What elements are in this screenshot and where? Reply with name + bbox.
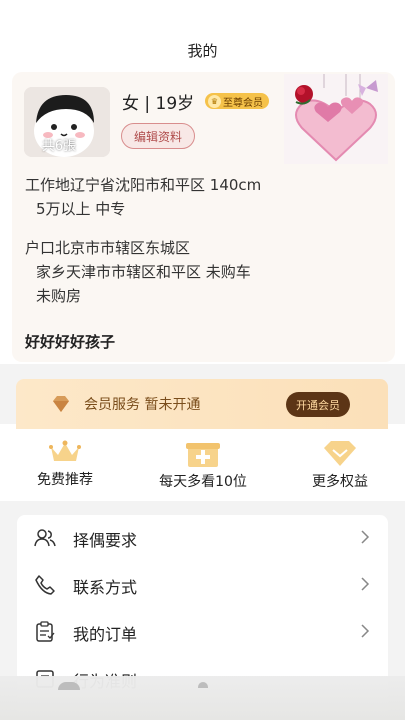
profile-card: 共6張 女 | 19岁 ♛ 至尊会员 编辑资料 工作地辽宁省沈阳市和平区 140…: [12, 72, 395, 362]
order-icon: [36, 621, 55, 642]
benefit-label: 每天多看10位: [159, 474, 247, 490]
hearts-image: [284, 74, 388, 164]
menu-label: 择偶要求: [73, 531, 138, 550]
crown-icon: ♛: [208, 94, 221, 108]
tab-home-icon[interactable]: [58, 682, 80, 690]
menu-label: 联系方式: [73, 578, 138, 597]
benefit-free-recommend[interactable]: 免费推荐: [30, 439, 100, 489]
photo-count: 共6張: [41, 139, 77, 154]
menu-item-contact[interactable]: 联系方式: [17, 562, 388, 608]
bottom-tab-bar: [0, 676, 405, 720]
phone-icon: [35, 575, 55, 595]
benefit-more-rights[interactable]: 更多权益: [304, 439, 376, 491]
benefit-label: 免费推荐: [37, 472, 93, 488]
profile-photo[interactable]: [284, 74, 388, 164]
gift-plus-icon: [186, 443, 220, 467]
household-info: 户口北京市市辖区东城区: [25, 239, 191, 257]
page-title: 我的: [187, 42, 218, 60]
vip-badge-label: 至尊会员: [223, 97, 263, 109]
benefit-label: 更多权益: [312, 474, 368, 490]
chevron-right-icon: [361, 530, 370, 544]
chevron-right-icon: [361, 624, 370, 638]
vip-badge: ♛ 至尊会员: [205, 93, 269, 109]
vip-banner[interactable]: 会员服务 暂未开通 开通会员: [16, 379, 388, 429]
users-icon: [34, 529, 56, 547]
avatar[interactable]: 共6張: [24, 87, 110, 157]
benefits-row: 免费推荐 每天多看10位 更多权益: [0, 429, 405, 501]
vip-status-text: 会员服务 暂未开通: [84, 397, 201, 413]
house-status: 未购房: [36, 287, 82, 305]
diamond-icon: [324, 441, 356, 466]
chevron-right-icon: [361, 577, 370, 591]
work-info: 工作地辽宁省沈阳市和平区 140cm: [25, 176, 262, 194]
menu-label: 我的订单: [73, 625, 138, 644]
income-education: 5万以上 中专: [36, 200, 126, 218]
diamond-icon: [53, 396, 69, 412]
signature: 好好好好孩子: [25, 333, 116, 351]
tab-message-icon[interactable]: [198, 682, 208, 688]
crown-icon: [49, 440, 81, 461]
menu-item-orders[interactable]: 我的订单: [17, 609, 388, 655]
menu-item-partner-requirements[interactable]: 择偶要求: [17, 515, 388, 561]
gender-age: 女 | 19岁: [122, 94, 195, 114]
benefit-daily-views[interactable]: 每天多看10位: [148, 439, 258, 491]
edit-profile-button[interactable]: 编辑资料: [121, 123, 196, 149]
hometown-car: 家乡天津市市辖区和平区 未购车: [36, 263, 251, 281]
open-vip-button[interactable]: 开通会员: [286, 392, 350, 417]
